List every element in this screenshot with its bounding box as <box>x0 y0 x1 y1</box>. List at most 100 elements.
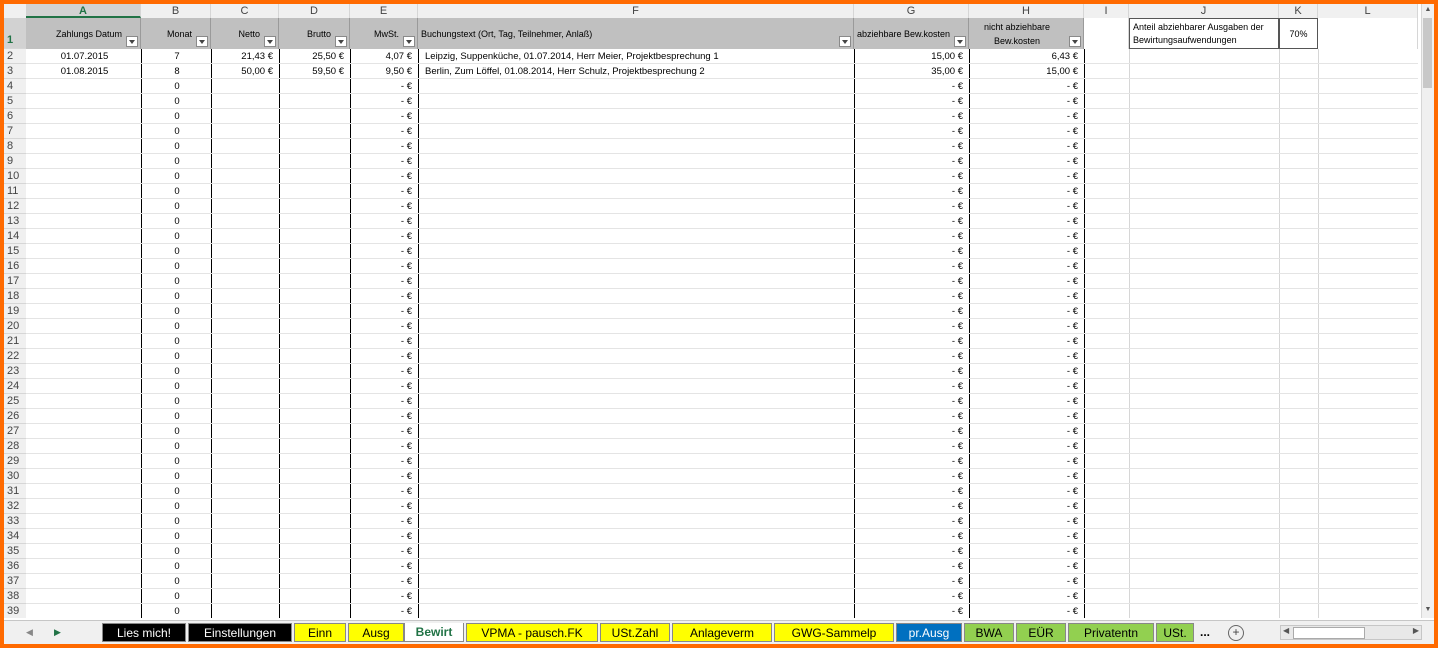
cell-month[interactable]: 0 <box>144 184 210 199</box>
cell-buchungstext[interactable] <box>425 379 851 394</box>
cell-nicht-abziehbar[interactable]: - € <box>969 394 1078 409</box>
cell-month[interactable]: 0 <box>144 289 210 304</box>
cell-nicht-abziehbar[interactable]: - € <box>969 79 1078 94</box>
horizontal-scrollbar[interactable]: ◀ ▶ <box>1280 625 1422 640</box>
cell-netto[interactable] <box>211 94 273 109</box>
sheet-tab-eür[interactable]: EÜR <box>1016 623 1066 642</box>
sheet-tab-bwa[interactable]: BWA <box>964 623 1014 642</box>
cell-brutto[interactable] <box>279 109 344 124</box>
cell-date[interactable] <box>29 514 140 529</box>
cell-brutto[interactable] <box>279 439 344 454</box>
cell-month[interactable]: 0 <box>144 529 210 544</box>
cell-buchungstext[interactable]: Berlin, Zum Löffel, 01.08.2014, Herr Sch… <box>425 64 851 79</box>
cell-abziehbar[interactable]: - € <box>854 94 963 109</box>
cell-i1[interactable] <box>1084 18 1129 49</box>
cell-mwst[interactable]: - € <box>350 364 412 379</box>
cell-abziehbar[interactable]: - € <box>854 379 963 394</box>
cell-mwst[interactable]: - € <box>350 379 412 394</box>
cell-month[interactable]: 0 <box>144 469 210 484</box>
cell-buchungstext[interactable] <box>425 289 851 304</box>
cell-date[interactable] <box>29 139 140 154</box>
row-header[interactable]: 37 <box>4 574 26 589</box>
row-header[interactable]: 19 <box>4 304 26 319</box>
cell-nicht-abziehbar[interactable]: - € <box>969 184 1078 199</box>
cell-brutto[interactable] <box>279 289 344 304</box>
cell-mwst[interactable]: - € <box>350 289 412 304</box>
cell-mwst[interactable]: 4,07 € <box>350 49 412 64</box>
row-header[interactable]: 10 <box>4 169 26 184</box>
cell-date[interactable] <box>29 94 140 109</box>
cell-buchungstext[interactable] <box>425 454 851 469</box>
cell-date[interactable] <box>29 319 140 334</box>
cell-abziehbar[interactable]: - € <box>854 259 963 274</box>
cell-month[interactable]: 0 <box>144 349 210 364</box>
cell-buchungstext[interactable] <box>425 364 851 379</box>
cell-brutto[interactable] <box>279 604 344 618</box>
cell-brutto[interactable] <box>279 124 344 139</box>
cell-date[interactable] <box>29 439 140 454</box>
row-header[interactable]: 3 <box>4 64 26 79</box>
cell-netto[interactable] <box>211 154 273 169</box>
cell-date[interactable] <box>29 289 140 304</box>
cell-buchungstext[interactable] <box>425 154 851 169</box>
cell-date[interactable] <box>29 184 140 199</box>
cell-brutto[interactable] <box>279 379 344 394</box>
cell-nicht-abziehbar[interactable]: - € <box>969 469 1078 484</box>
row-header[interactable]: 35 <box>4 544 26 559</box>
cell-abziehbar[interactable]: - € <box>854 454 963 469</box>
sheet-tab-gwg-sammelp[interactable]: GWG-Sammelp <box>774 623 894 642</box>
cell-date[interactable] <box>29 589 140 604</box>
cell-month[interactable]: 0 <box>144 379 210 394</box>
cell-month[interactable]: 0 <box>144 199 210 214</box>
sheet-tab-anlageverm[interactable]: Anlageverm <box>672 623 772 642</box>
vertical-scrollbar[interactable]: ▲ ▼ <box>1421 4 1434 618</box>
cell-brutto[interactable]: 25,50 € <box>279 49 344 64</box>
scroll-right-icon[interactable]: ▶ <box>1413 626 1419 635</box>
cell-mwst[interactable]: - € <box>350 589 412 604</box>
row-header[interactable]: 20 <box>4 319 26 334</box>
cell-brutto[interactable] <box>279 349 344 364</box>
cell-nicht-abziehbar[interactable]: - € <box>969 604 1078 618</box>
scroll-down-icon[interactable]: ▼ <box>1424 606 1432 616</box>
cell-abziehbar[interactable]: - € <box>854 559 963 574</box>
cell-nicht-abziehbar[interactable]: - € <box>969 364 1078 379</box>
cell-date[interactable] <box>29 454 140 469</box>
cell-brutto[interactable] <box>279 259 344 274</box>
row-header[interactable]: 4 <box>4 79 26 94</box>
cell-month[interactable]: 0 <box>144 544 210 559</box>
column-header-e[interactable]: E <box>350 4 418 18</box>
filter-dropdown-button[interactable] <box>196 36 208 47</box>
cell-abziehbar[interactable]: - € <box>854 304 963 319</box>
cell-nicht-abziehbar[interactable]: - € <box>969 514 1078 529</box>
cell-abziehbar[interactable]: - € <box>854 334 963 349</box>
cell-netto[interactable] <box>211 379 273 394</box>
cell-abziehbar[interactable]: - € <box>854 319 963 334</box>
cell-nicht-abziehbar[interactable]: - € <box>969 274 1078 289</box>
cell-mwst[interactable]: - € <box>350 499 412 514</box>
cell-buchungstext[interactable] <box>425 559 851 574</box>
column-header-l[interactable]: L <box>1318 4 1418 18</box>
row-header[interactable]: 15 <box>4 244 26 259</box>
cell-netto[interactable] <box>211 109 273 124</box>
cell-date[interactable] <box>29 409 140 424</box>
cell-netto[interactable] <box>211 244 273 259</box>
cell-mwst[interactable]: - € <box>350 169 412 184</box>
cell-abziehbar[interactable]: - € <box>854 139 963 154</box>
cell-buchungstext[interactable] <box>425 199 851 214</box>
column-header-c[interactable]: C <box>211 4 279 18</box>
cell-buchungstext[interactable] <box>425 469 851 484</box>
cell-buchungstext[interactable] <box>425 184 851 199</box>
cell-abziehbar[interactable]: - € <box>854 574 963 589</box>
cell-netto[interactable] <box>211 139 273 154</box>
cell-netto[interactable] <box>211 529 273 544</box>
cell-netto[interactable] <box>211 259 273 274</box>
cell-nicht-abziehbar[interactable]: - € <box>969 559 1078 574</box>
cell-abziehbar[interactable]: - € <box>854 169 963 184</box>
filter-dropdown-button[interactable] <box>126 36 138 47</box>
cell-date[interactable] <box>29 124 140 139</box>
cell-nicht-abziehbar[interactable]: - € <box>969 439 1078 454</box>
cell-netto[interactable] <box>211 574 273 589</box>
cell-buchungstext[interactable] <box>425 214 851 229</box>
cell-mwst[interactable]: - € <box>350 514 412 529</box>
cell-mwst[interactable]: - € <box>350 199 412 214</box>
